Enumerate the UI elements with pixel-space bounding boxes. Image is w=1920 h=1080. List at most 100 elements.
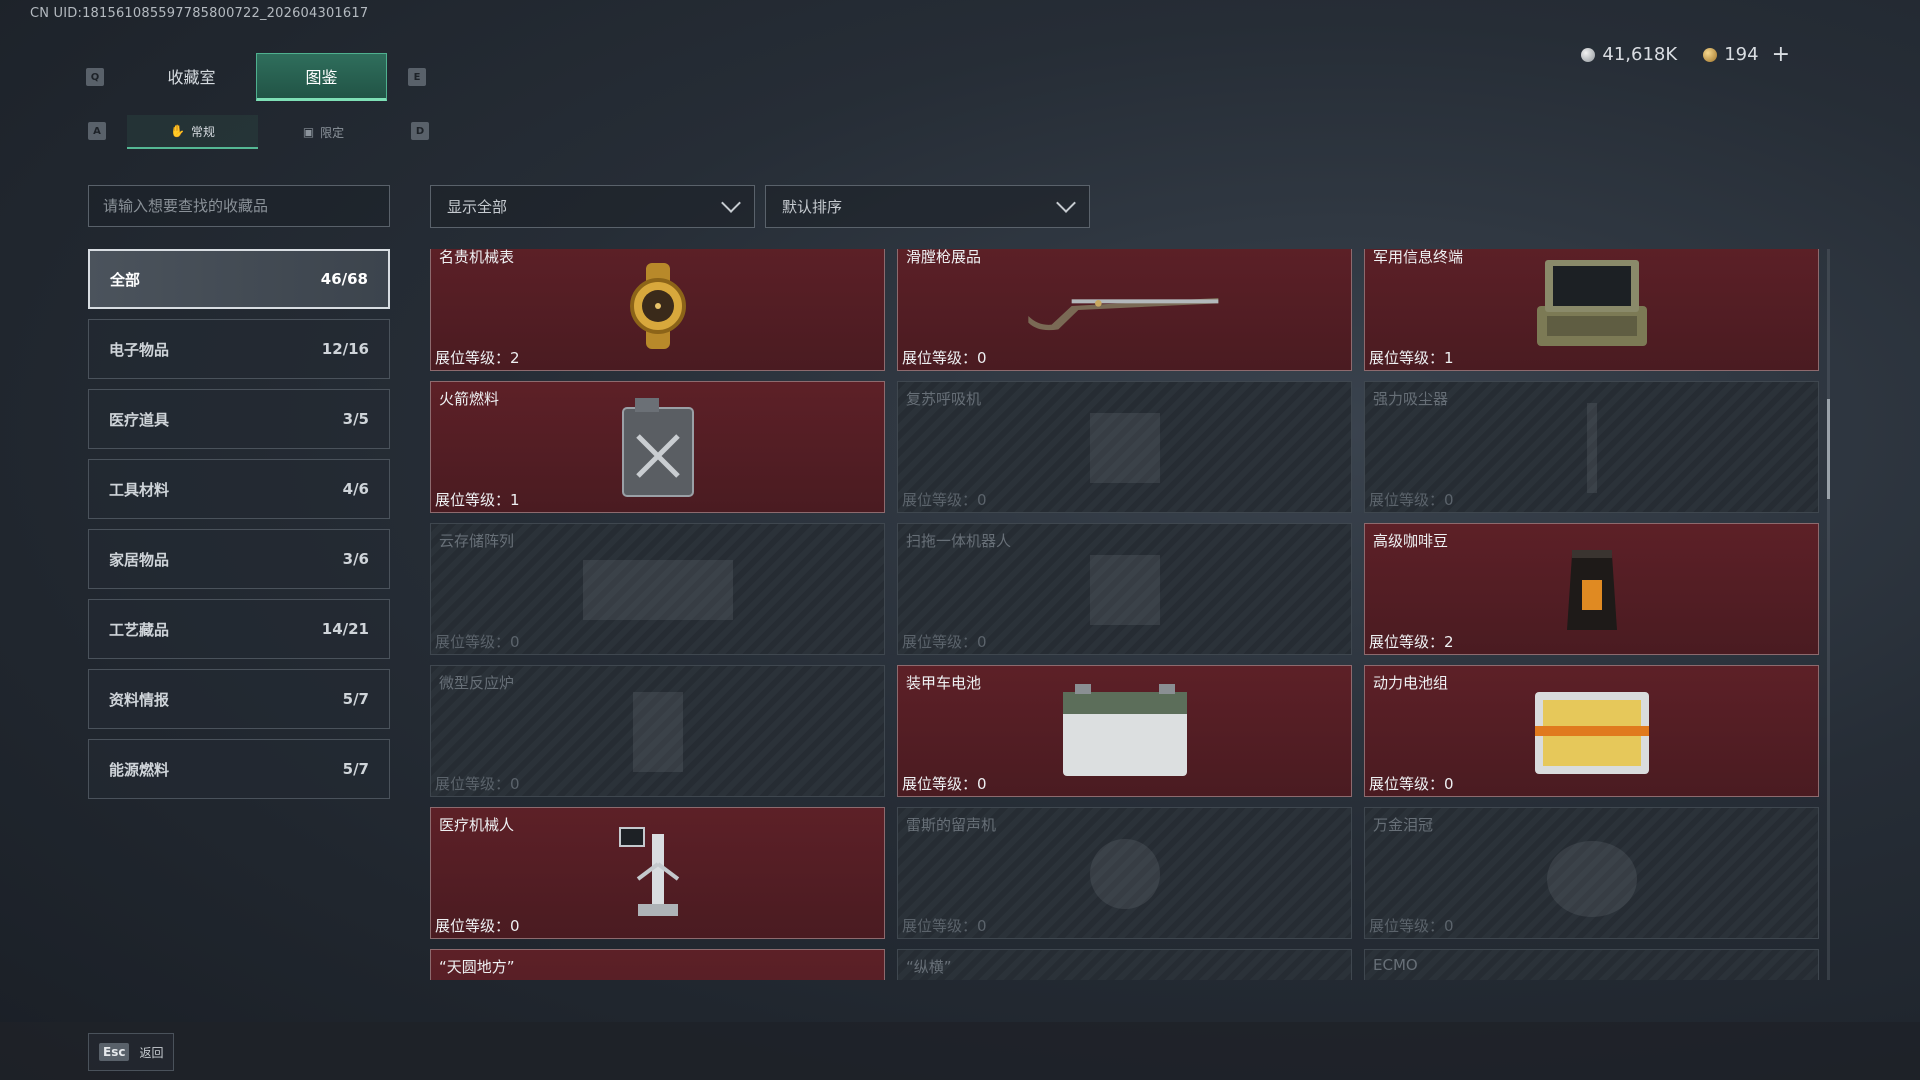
silver-currency: 41,618K [1581,44,1677,65]
category-count: 3/6 [342,550,369,568]
musket-icon [1025,254,1225,358]
silver-value: 41,618K [1602,44,1678,65]
sort-dropdown[interactable]: 默认排序 [765,185,1090,228]
card-display-level: 展位等级：0 [902,775,987,793]
ventilator-icon [1025,396,1225,500]
chevron-down-icon [1056,192,1076,213]
card-name: 滑膛枪展品 [906,249,982,266]
category-count: 5/7 [342,690,369,708]
collection-card[interactable]: 万金泪冠 展位等级：0 [1364,807,1819,939]
card-display-level: 展位等级：0 [902,917,987,935]
collection-card[interactable]: 微型反应炉展位等级：0 [430,665,885,797]
collection-card[interactable]: 强力吸尘器 展位等级：0 [1364,381,1819,513]
main-tabs: 收藏室 图鉴 [127,53,387,101]
add-currency-button[interactable]: + [1772,42,1790,67]
filter-dropdown-value: 显示全部 [447,198,508,216]
filter-dropdown[interactable]: 显示全部 [430,185,755,228]
gramophone-icon [1025,822,1225,926]
collection-card[interactable]: 雷斯的留声机 展位等级：0 [897,807,1352,939]
gold-compass-icon [558,964,758,980]
category-intel[interactable]: 资料情报 5/7 [88,669,390,729]
search-input[interactable] [103,197,375,215]
category-medical[interactable]: 医疗道具 3/5 [88,389,390,449]
crown-icon [1492,822,1692,926]
card-name: 装甲车电池 [906,674,982,692]
collection-card[interactable]: “天圆地方” [430,949,885,980]
key-hint-d: D [411,122,429,140]
card-display-level: 展位等级：0 [1369,917,1454,935]
collection-card[interactable]: 装甲车电池展位等级：0 [897,665,1352,797]
tab-codex[interactable]: 图鉴 [256,53,387,101]
category-label: 工艺藏品 [109,620,170,639]
back-label: 返回 [139,1045,164,1060]
collection-card[interactable]: 滑膛枪展品展位等级：0 [897,249,1352,371]
card-display-level: 展位等级：1 [435,491,520,509]
subtab-regular[interactable]: ✋ 常规 [127,115,258,149]
gold-coin-icon [1703,47,1718,62]
gold-currency: 194 + [1703,42,1790,67]
grid-scrollbar[interactable] [1827,249,1830,980]
scrollbar-thumb[interactable] [1827,399,1830,499]
coffee-bag-icon [1492,538,1692,642]
collection-card[interactable]: 扫拖一体机器人 展位等级：0 [897,523,1352,655]
collection-card[interactable]: 复苏呼吸机 展位等级：0 [897,381,1352,513]
car-battery-icon [1025,680,1225,784]
item-icon [1025,964,1225,980]
category-energy[interactable]: 能源燃料 5/7 [88,739,390,799]
card-name: 云存储阵列 [439,532,515,550]
category-label: 工具材料 [109,480,170,499]
card-display-level: 展位等级：0 [435,917,520,935]
back-button[interactable]: Esc 返回 [88,1033,175,1071]
category-household[interactable]: 家居物品 3/6 [88,529,390,589]
category-crafts[interactable]: 工艺藏品 14/21 [88,599,390,659]
collection-card[interactable]: 名贵机械表 展位等级：2 [430,249,885,371]
card-name: 医疗机械人 [439,816,515,834]
category-all[interactable]: 全部 46/68 [88,249,390,309]
collection-card[interactable]: 云存储阵列 展位等级：0 [430,523,885,655]
military-terminal-icon [1492,254,1692,358]
sort-dropdown-value: 默认排序 [782,198,843,216]
card-display-level: 展位等级：0 [1369,775,1454,793]
tab-collection-room[interactable]: 收藏室 [127,53,256,101]
key-hint-q: Q [86,68,104,86]
bottom-bar [0,1022,1920,1080]
card-name: 扫拖一体机器人 [906,532,1012,550]
collection-card[interactable]: “纵横” [897,949,1352,980]
key-hint-a: A [88,122,106,140]
category-label: 家居物品 [109,550,170,569]
key-hint-e: E [408,68,426,86]
category-electronics[interactable]: 电子物品 12/16 [88,319,390,379]
esc-key-hint: Esc [99,1043,130,1061]
collection-card[interactable]: 军用信息终端 展位等级：1 [1364,249,1819,371]
card-name: ECMO [1373,956,1418,974]
collection-grid-viewport: 名贵机械表 展位等级：2 滑膛枪展品 展位等级：0 军用信息终端 展位等级：1 火箭燃料 展位… [430,249,1820,980]
collection-card[interactable]: 动力电池组展位等级：0 [1364,665,1819,797]
category-list: 全部 46/68 电子物品 12/16 医疗道具 3/5 工具材料 4/6 家居… [88,249,390,809]
vacuum-icon [1492,396,1692,500]
category-tools[interactable]: 工具材料 4/6 [88,459,390,519]
collection-card[interactable]: 医疗机械人展位等级：0 [430,807,885,939]
image-icon: ▣ [302,125,315,139]
reactor-icon [558,680,758,784]
hand-icon: ✋ [170,124,185,138]
category-label: 全部 [110,270,141,289]
card-display-level: 展位等级：0 [902,349,987,367]
card-display-level: 展位等级：2 [435,349,520,367]
card-name: 火箭燃料 [439,390,500,408]
ecmo-icon [1492,964,1692,980]
card-name: 高级咖啡豆 [1373,532,1449,550]
card-name: 强力吸尘器 [1373,390,1449,408]
card-name: 微型反应炉 [439,674,515,692]
card-name: 动力电池组 [1373,674,1449,692]
card-display-level: 展位等级：0 [435,775,520,793]
category-count: 46/68 [320,270,368,288]
search-box[interactable] [88,185,390,227]
uid-label: CN UID:18156108559778580072​2_2026043016… [30,6,369,21]
card-name: 军用信息终端 [1373,249,1464,266]
collection-card[interactable]: 火箭燃料展位等级：1 [430,381,885,513]
subtab-limited[interactable]: ▣ 限定 [258,115,389,149]
collection-card[interactable]: ECMO [1364,949,1819,980]
category-count: 5/7 [342,760,369,778]
collection-card[interactable]: 高级咖啡豆展位等级：2 [1364,523,1819,655]
card-display-level: 展位等级：2 [1369,633,1454,651]
